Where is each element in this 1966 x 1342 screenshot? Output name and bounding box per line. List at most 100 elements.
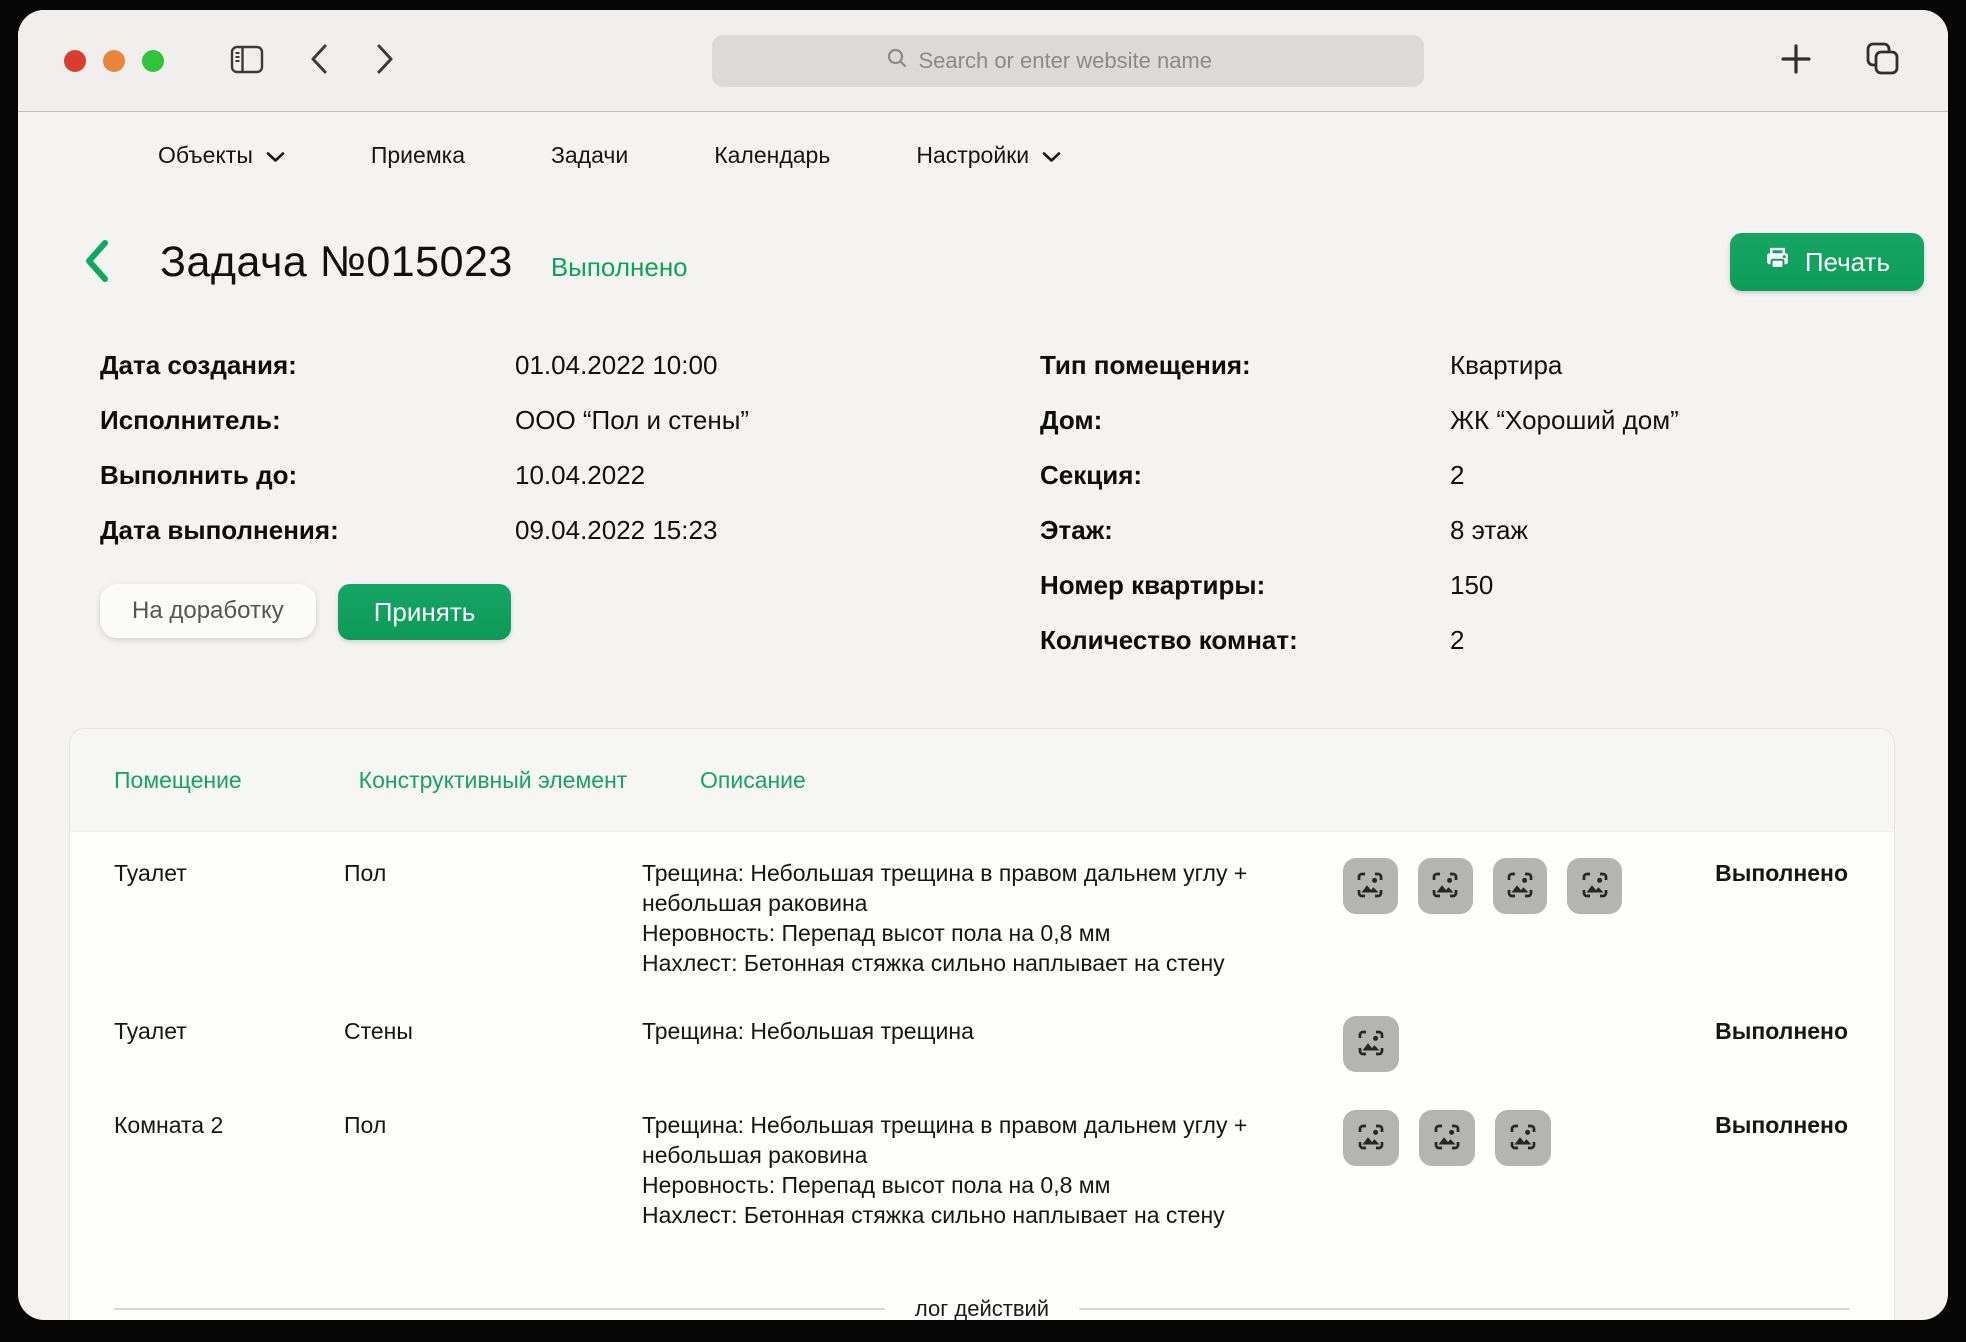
nav-item-label: Приемка bbox=[371, 142, 465, 169]
cell-photos bbox=[1287, 1110, 1622, 1166]
photo-thumbnail-button[interactable] bbox=[1495, 1110, 1551, 1166]
cell-element: Пол bbox=[344, 858, 642, 888]
search-input[interactable] bbox=[917, 47, 1251, 75]
zoom-window-button[interactable] bbox=[142, 50, 164, 72]
detail-value: 09.04.2022 15:23 bbox=[515, 514, 1005, 546]
back-button[interactable] bbox=[82, 238, 110, 287]
chevron-left-icon bbox=[308, 42, 330, 79]
image-preview-icon bbox=[1356, 1122, 1386, 1155]
status-badge: Выполнено bbox=[551, 252, 688, 283]
defects-table-card: Помещение Конструктивный элемент Описани… bbox=[69, 728, 1895, 1320]
cell-status: Выполнено bbox=[1622, 858, 1850, 888]
details-right: Тип помещения: Квартира Дом: ЖК “Хороший… bbox=[1040, 349, 1679, 656]
browser-window: Объекты Приемка Задачи bbox=[18, 10, 1948, 1320]
image-preview-icon bbox=[1432, 1122, 1462, 1155]
table-body: Туалет Пол Трещина: Небольшая трещина в … bbox=[70, 832, 1894, 1242]
address-bar[interactable] bbox=[712, 35, 1424, 87]
sidebar-toggle-button[interactable] bbox=[230, 45, 264, 77]
forward-nav-button[interactable] bbox=[374, 42, 396, 79]
nav-item-label: Настройки bbox=[916, 142, 1029, 169]
nav-item[interactable]: Календарь bbox=[714, 142, 830, 169]
detail-label: Этаж: bbox=[1040, 514, 1450, 546]
detail-label: Тип помещения: bbox=[1040, 349, 1450, 381]
column-header-description: Описание bbox=[642, 766, 1287, 794]
browser-toolbar bbox=[18, 10, 1948, 112]
page-title: Задача №015023 bbox=[160, 238, 513, 287]
cell-element: Стены bbox=[344, 1016, 642, 1046]
nav-item-label: Объекты bbox=[158, 142, 253, 169]
photo-thumbnail-button[interactable] bbox=[1343, 1016, 1399, 1072]
image-preview-icon bbox=[1430, 870, 1460, 903]
photo-thumbnail-button[interactable] bbox=[1418, 858, 1473, 914]
cell-description: Трещина: Небольшая трещина bbox=[642, 1016, 1287, 1046]
chevron-left-icon bbox=[82, 238, 110, 287]
divider-line bbox=[1079, 1308, 1850, 1310]
detail-label: Дата создания: bbox=[100, 349, 515, 381]
image-preview-icon bbox=[1580, 870, 1610, 903]
page-header: Задача №015023 Выполнено Печать bbox=[18, 233, 1948, 291]
table-header-row: Помещение Конструктивный элемент Описани… bbox=[70, 729, 1894, 832]
detail-value: 2 bbox=[1450, 624, 1679, 656]
nav-item[interactable]: Задачи bbox=[551, 142, 628, 169]
show-tabs-button[interactable] bbox=[1864, 41, 1902, 80]
sidebar-icon bbox=[230, 45, 264, 77]
nav-item[interactable]: Приемка bbox=[371, 142, 465, 169]
detail-label: Выполнить до: bbox=[100, 459, 515, 491]
photo-thumbnail-button[interactable] bbox=[1493, 858, 1548, 914]
cell-description: Трещина: Небольшая трещина в правом даль… bbox=[642, 1110, 1287, 1230]
detail-label: Количество комнат: bbox=[1040, 624, 1450, 656]
main-nav: Объекты Приемка Задачи bbox=[18, 112, 1948, 169]
back-nav-button[interactable] bbox=[308, 42, 330, 79]
cell-room: Комната 2 bbox=[114, 1110, 344, 1140]
chevron-down-icon bbox=[266, 142, 285, 169]
cell-room: Туалет bbox=[114, 858, 344, 888]
printer-icon bbox=[1764, 245, 1791, 279]
task-actions: На доработку Принять bbox=[100, 584, 1005, 640]
detail-label: Номер квартиры: bbox=[1040, 569, 1450, 601]
photo-thumbnail-button[interactable] bbox=[1343, 1110, 1399, 1166]
nav-item[interactable]: Объекты bbox=[158, 142, 285, 169]
new-tab-button[interactable] bbox=[1780, 43, 1812, 78]
cell-description: Трещина: Небольшая трещина в правом даль… bbox=[642, 858, 1287, 978]
detail-value: 8 этаж bbox=[1450, 514, 1679, 546]
detail-label: Дом: bbox=[1040, 404, 1450, 436]
cell-photos bbox=[1287, 1016, 1622, 1072]
image-preview-icon bbox=[1508, 1122, 1538, 1155]
photo-thumbnail-button[interactable] bbox=[1419, 1110, 1475, 1166]
print-button[interactable]: Печать bbox=[1730, 233, 1924, 291]
chevron-right-icon bbox=[374, 42, 396, 79]
nav-item[interactable]: Настройки bbox=[916, 142, 1061, 169]
action-log-label[interactable]: лог действий bbox=[915, 1296, 1049, 1320]
table-row: Туалет Стены Трещина: Небольшая трещина … bbox=[70, 990, 1894, 1084]
image-preview-icon bbox=[1505, 870, 1535, 903]
photo-thumbnail-button[interactable] bbox=[1343, 858, 1398, 914]
search-icon bbox=[886, 47, 917, 74]
detail-value: Квартира bbox=[1450, 349, 1679, 381]
details-left: Дата создания: 01.04.2022 10:00 Исполнит… bbox=[100, 349, 1005, 546]
nav-item-label: Календарь bbox=[714, 142, 830, 169]
cell-element: Пол bbox=[344, 1110, 642, 1140]
detail-label: Исполнитель: bbox=[100, 404, 515, 436]
minimize-window-button[interactable] bbox=[103, 50, 125, 72]
detail-value: ЖК “Хороший дом” bbox=[1450, 404, 1679, 436]
table-row: Комната 2 Пол Трещина: Небольшая трещина… bbox=[70, 1084, 1894, 1242]
plus-icon bbox=[1780, 43, 1812, 78]
task-details: Дата создания: 01.04.2022 10:00 Исполнит… bbox=[18, 349, 1948, 656]
detail-value: 10.04.2022 bbox=[515, 459, 1005, 491]
detail-value: 150 bbox=[1450, 569, 1679, 601]
close-window-button[interactable] bbox=[64, 50, 86, 72]
detail-label: Секция: bbox=[1040, 459, 1450, 491]
photo-thumbnail-button[interactable] bbox=[1567, 858, 1622, 914]
cell-room: Туалет bbox=[114, 1016, 344, 1046]
divider-line bbox=[114, 1308, 885, 1310]
detail-value: 01.04.2022 10:00 bbox=[515, 349, 1005, 381]
rework-button[interactable]: На доработку bbox=[100, 584, 316, 638]
chevron-down-icon bbox=[1042, 142, 1061, 169]
cell-status: Выполнено bbox=[1622, 1016, 1850, 1046]
nav-item-label: Задачи bbox=[551, 142, 628, 169]
cell-status: Выполнено bbox=[1622, 1110, 1850, 1140]
image-preview-icon bbox=[1356, 1028, 1386, 1061]
detail-value: ООО “Пол и стены” bbox=[515, 404, 1005, 436]
accept-button[interactable]: Принять bbox=[338, 584, 512, 640]
cell-photos bbox=[1287, 858, 1622, 914]
